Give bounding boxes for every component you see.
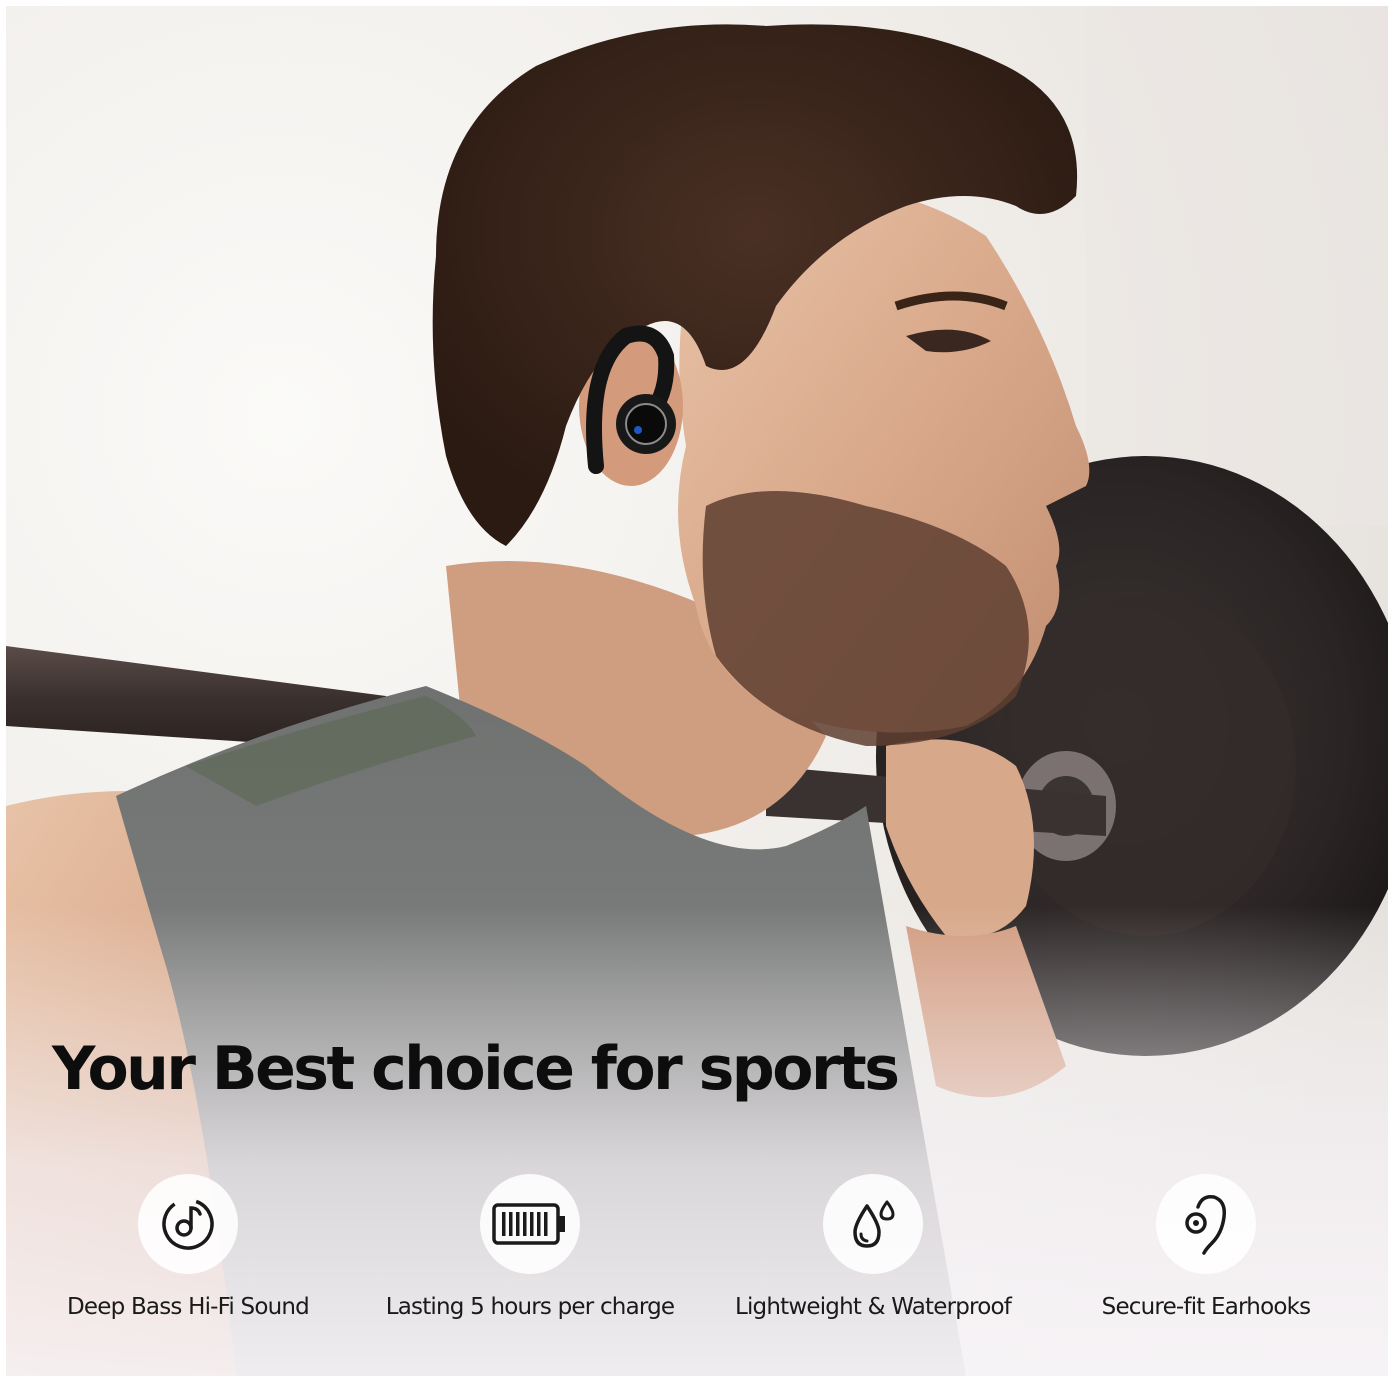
feature-battery: Lasting 5 hours per charge [360, 1174, 700, 1320]
feature-earhooks: Secure-fit Earhooks [1036, 1174, 1376, 1320]
headline: Your Best choice for sports [52, 1034, 900, 1104]
feature-label: Secure-fit Earhooks [1101, 1294, 1312, 1320]
music-note-icon [138, 1174, 238, 1274]
feature-row: Deep Bass Hi-Fi Sound Lasting 5 hours pe… [6, 1174, 1388, 1344]
feature-label: Lightweight & Waterproof [734, 1294, 1012, 1320]
feature-waterproof: Lightweight & Waterproof [703, 1174, 1043, 1320]
product-banner: Your Best choice for sports Deep Bass Hi… [6, 6, 1388, 1376]
battery-icon [480, 1174, 580, 1274]
earhook-icon [1156, 1174, 1256, 1274]
feature-deep-bass: Deep Bass Hi-Fi Sound [18, 1174, 358, 1320]
feature-label: Lasting 5 hours per charge [385, 1294, 675, 1320]
feature-label: Deep Bass Hi-Fi Sound [67, 1294, 310, 1320]
water-drop-icon [823, 1174, 923, 1274]
